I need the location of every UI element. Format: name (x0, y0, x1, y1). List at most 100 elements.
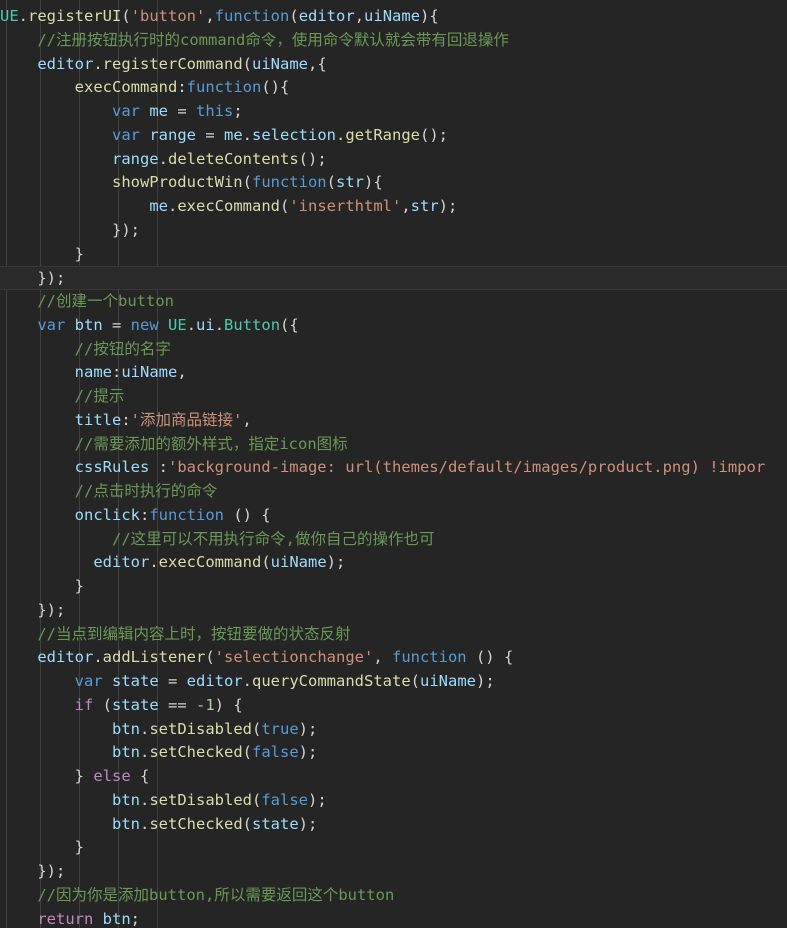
token-cls: Button (224, 315, 281, 334)
token-ctl: if (74, 695, 94, 714)
code-line[interactable]: name:uiName, (0, 361, 787, 385)
code-line-text: //这里可以不用执行命令,做你自己的操作也可 (0, 528, 435, 552)
code-line[interactable]: showProductWin(function(str){ (0, 171, 787, 195)
code-line[interactable]: //按钮的名字 (0, 338, 787, 362)
token-p: }); (111, 220, 140, 239)
token-cm: //提示 (74, 387, 125, 405)
code-line[interactable]: }); (0, 599, 787, 623)
code-line-text: editor.registerCommand(uiName,{ (0, 53, 326, 77)
token-id: editor (37, 648, 94, 667)
code-line-text: } (0, 243, 84, 267)
code-line[interactable]: btn.setChecked(false); (0, 741, 787, 765)
code-line[interactable]: range.deleteContents(); (0, 148, 787, 172)
code-line[interactable]: editor.registerCommand(uiName,{ (0, 53, 787, 77)
token-fn: setChecked (149, 814, 243, 833)
token-cm: //注册按钮执行时的command命令，使用命令默认就会带有回退操作 (37, 30, 509, 49)
code-line[interactable]: //注册按钮执行时的command命令，使用命令默认就会带有回退操作 (0, 29, 787, 53)
token-p (0, 910, 37, 928)
code-line-text: btn.setDisabled(false); (0, 789, 327, 813)
token-p: : (121, 410, 131, 429)
token-cls: UE (168, 315, 187, 334)
token-num: -1 (196, 695, 215, 714)
code-line[interactable]: editor.addListener('selectionchange', fu… (0, 646, 787, 670)
token-p: } (74, 244, 84, 263)
code-line[interactable]: cssRules :'background-image: url(themes/… (0, 456, 787, 480)
token-p (0, 791, 112, 809)
code-line-text: btn.setChecked(false); (0, 741, 317, 765)
token-p (0, 292, 37, 310)
token-id: uiName (364, 7, 421, 25)
token-str: 'background-image: url(themes/default/im… (167, 458, 766, 477)
code-line[interactable]: return btn; (0, 908, 787, 928)
code-line-text: //需要添加的额外样式，指定icon图标 (0, 433, 348, 457)
code-line-text: execCommand:function(){ (0, 76, 290, 100)
code-line[interactable]: btn.setDisabled(false); (0, 789, 787, 813)
token-p: . (214, 315, 225, 334)
token-p (0, 150, 112, 168)
token-p (0, 316, 37, 334)
code-line[interactable]: } (0, 836, 787, 860)
token-p: . (149, 553, 159, 572)
token-p: ) { (214, 695, 243, 714)
token-k: function (214, 7, 290, 25)
token-p: } (74, 838, 84, 857)
code-line[interactable]: //因为你是添加button,所以需要返回这个button (0, 884, 787, 908)
token-p (0, 435, 75, 453)
code-line[interactable]: //提示 (0, 385, 787, 409)
code-line[interactable]: //当点到编辑内容上时，按钮要做的状态反射 (0, 623, 787, 647)
code-line-text: title:'添加商品链接', (0, 409, 252, 433)
code-line[interactable]: //需要添加的额外样式，指定icon图标 (0, 433, 787, 457)
code-line[interactable]: var state = editor.queryCommandState(uiN… (0, 670, 787, 694)
token-cm: //点击时执行的命令 (74, 482, 218, 500)
token-p: . (242, 125, 253, 144)
code-line[interactable]: //这里可以不用执行命令,做你自己的操作也可 (0, 528, 787, 552)
code-line[interactable]: me.execCommand('inserthtml',str); (0, 195, 787, 219)
code-line-text: editor.execCommand(uiName); (0, 551, 345, 575)
token-p: ( (289, 7, 299, 25)
token-id: ui (196, 315, 215, 334)
token-p: ( (326, 173, 336, 192)
code-line[interactable]: execCommand:function(){ (0, 76, 787, 100)
token-p (0, 720, 112, 738)
token-id: str (410, 197, 439, 215)
code-line[interactable]: var range = me.selection.getRange(); (0, 124, 787, 148)
code-editor[interactable]: UE.registerUI('button',function(editor,u… (0, 0, 787, 928)
code-line[interactable]: }); (0, 860, 787, 884)
token-ctl: return (37, 909, 94, 928)
token-cm: //需要添加的额外样式，指定icon图标 (74, 434, 348, 453)
token-p: , (242, 410, 252, 429)
code-line[interactable]: var btn = new UE.ui.Button({ (0, 314, 787, 338)
token-k: false (252, 743, 299, 762)
code-line-text: //提示 (0, 385, 125, 409)
token-p (0, 245, 75, 263)
token-p: . (167, 197, 178, 215)
code-line[interactable]: //创建一个button (0, 290, 787, 314)
token-p: ( (242, 173, 252, 192)
token-p: . (93, 54, 103, 73)
token-k: false (261, 790, 308, 809)
code-content[interactable]: UE.registerUI('button',function(editor,u… (0, 0, 787, 928)
code-line[interactable]: } else { (0, 765, 787, 789)
token-p (0, 221, 112, 239)
code-line[interactable]: var me = this; (0, 100, 787, 124)
token-p (0, 577, 75, 595)
code-line[interactable]: } (0, 243, 787, 267)
code-line[interactable]: if (state == -1) { (0, 694, 787, 718)
token-p: () { (223, 505, 271, 524)
token-id: editor (93, 553, 150, 572)
token-p (0, 625, 37, 643)
code-line[interactable]: btn.setChecked(state); (0, 813, 787, 837)
code-line[interactable]: }); (0, 219, 787, 243)
code-line-text: name:uiName, (0, 361, 187, 385)
code-line[interactable]: btn.setDisabled(true); (0, 718, 787, 742)
code-line[interactable]: //点击时执行的命令 (0, 480, 787, 504)
code-line[interactable]: } (0, 575, 787, 599)
code-line[interactable]: onclick:function () { (0, 504, 787, 528)
code-line[interactable]: editor.execCommand(uiName); (0, 551, 787, 575)
code-line-text: } (0, 836, 84, 860)
code-line[interactable]: title:'添加商品链接', (0, 409, 787, 433)
token-p: , (205, 7, 215, 25)
code-line[interactable]: UE.registerUI('button',function(editor,u… (0, 5, 787, 29)
token-p (0, 862, 37, 880)
code-line[interactable]: }); (0, 266, 787, 290)
